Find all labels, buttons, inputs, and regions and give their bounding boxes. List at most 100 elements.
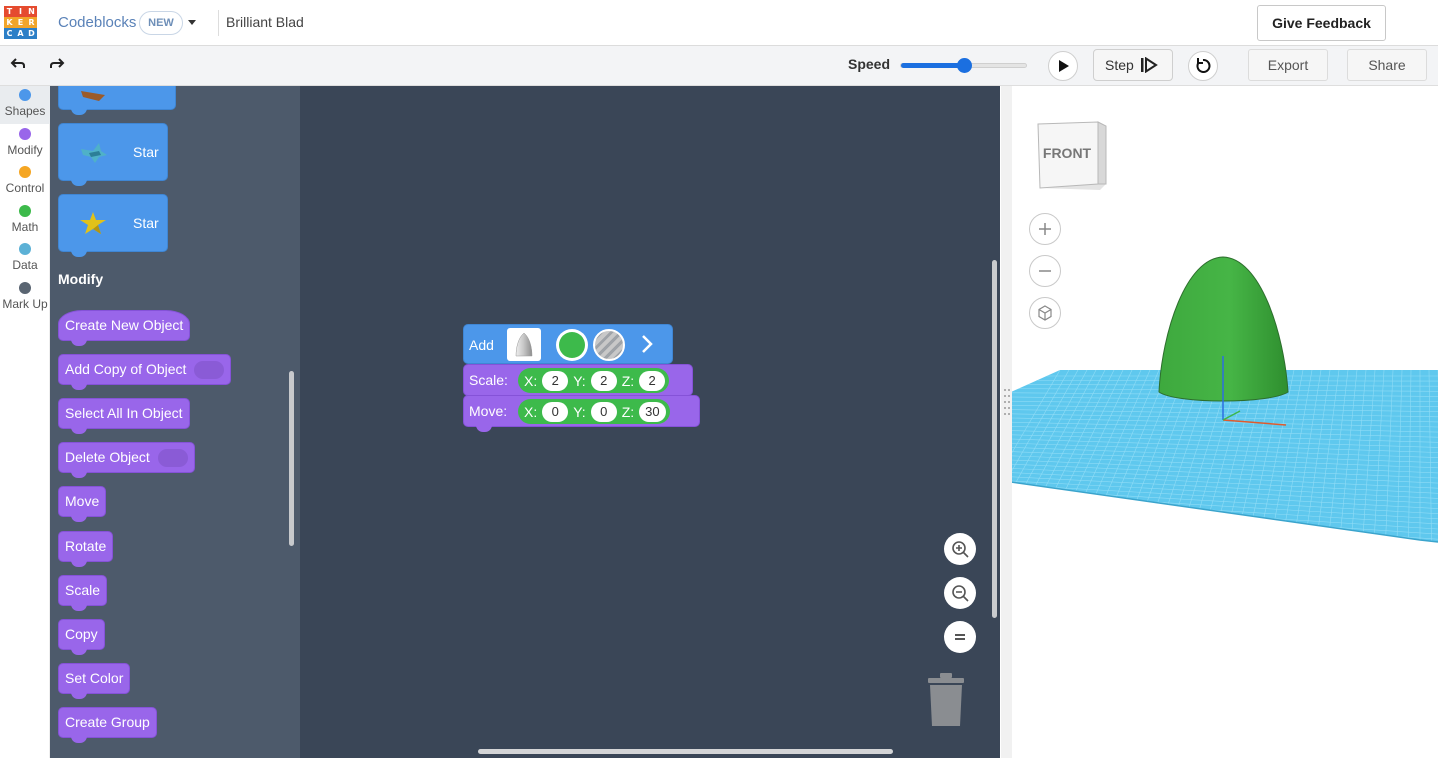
scale-x-input[interactable]: 2 [542,370,569,391]
move-y-input[interactable]: 0 [590,401,617,422]
scale-vector: X: 2 Y: 2 Z: 2 [518,368,670,393]
category-data[interactable]: Data [0,240,50,278]
category-color-dot [19,281,31,294]
give-feedback-button[interactable]: Give Feedback [1257,5,1386,41]
grid-line [1011,531,1438,542]
zoom-reset-button[interactable] [944,621,976,653]
zoom-in-button[interactable] [944,533,976,565]
move-x-input[interactable]: 0 [542,401,569,422]
block-flyout: Star Star Modify Create New Object Add Co… [50,86,300,758]
modify-block-scale[interactable]: Scale [58,575,108,611]
category-color-dot [19,89,31,101]
color-swatch[interactable] [556,329,588,361]
yellow-star-icon [80,212,106,234]
flyout-scrollbar[interactable] [289,371,294,546]
modify-block-create-new-object[interactable]: Create New Object [58,310,191,346]
category-shapes[interactable]: Shapes [0,86,50,124]
project-title[interactable]: Brilliant Blad [226,14,304,30]
star-block-yellow[interactable]: Star [58,194,168,257]
zoom-out-button[interactable] [944,577,976,609]
trash-icon[interactable] [924,672,968,728]
panel-splitter[interactable] [1001,86,1012,758]
chevron-right-icon[interactable] [636,332,658,356]
hole-toggle[interactable] [593,329,625,361]
block-notch [71,108,87,115]
paraboloid-thumbnail[interactable] [507,328,541,361]
3d-viewport[interactable]: FRONT [1000,86,1438,758]
modify-block-set-color[interactable]: Set Color [58,663,131,699]
modify-block-label: Select All In Object [65,405,183,421]
undo-arrow-icon[interactable] [6,54,30,78]
speed-slider[interactable] [900,58,1027,73]
category-label: Shapes [4,104,46,118]
viewport-home-button[interactable] [1029,297,1061,329]
scale-y-input[interactable]: 2 [590,370,617,391]
modify-block-create-group[interactable]: Create Group [58,707,157,743]
category-color-dot [19,166,31,178]
z-axis-label: Z: [621,372,635,389]
block-notch [71,692,87,699]
modify-block-copy[interactable]: Copy [58,619,105,655]
y-axis-label: Y: [573,403,586,420]
category-modify[interactable]: Modify [0,125,50,163]
block-notch [71,250,87,257]
scale-label: Scale: [469,372,508,388]
app-name[interactable]: Codeblocks [58,14,136,31]
share-button[interactable]: Share [1347,49,1427,81]
block-notch [71,648,87,655]
play-button[interactable] [1048,51,1078,81]
view-cube[interactable]: FRONT [1036,120,1108,192]
toolbar: Speed Step Export Share [0,46,1438,86]
move-block[interactable]: Move: X: 0 Y: 0 Z: 30 [463,395,700,432]
speed-slider-thumb[interactable] [956,58,972,73]
tinkercad-logo[interactable]: TINKERCAD [4,6,37,39]
new-badge: NEW [139,11,183,35]
modify-block-delete-object[interactable]: Delete Object [58,442,195,478]
drag-handle-icon [1004,389,1010,415]
modify-block-rotate[interactable]: Rotate [58,531,114,567]
logo-letter: R [26,17,37,28]
modify-block-move[interactable]: Move [58,486,107,522]
modify-block-label: Copy [65,626,98,642]
add-label: Add [469,337,494,353]
chevron-down-icon[interactable] [188,20,196,25]
modify-block-add-copy-of-object[interactable]: Add Copy of Object [58,354,232,390]
category-control[interactable]: Control [0,163,50,201]
category-color-dot [19,127,31,140]
divider [218,10,219,36]
move-z-input[interactable]: 30 [639,401,666,422]
block-notch [71,560,87,567]
logo-letter: D [26,28,37,39]
code-workspace[interactable]: Add Scale: X: 2 Y: 2 Z: 2 Move: X: 0 Y: … [300,86,1000,758]
viewport-zoom-out-button[interactable] [1029,255,1061,287]
star-block-label: Star [133,144,159,160]
input-slot[interactable] [194,361,225,380]
grid-line [1011,539,1438,542]
block-notch [71,604,87,611]
equals-icon [955,634,965,640]
block-notch [71,515,87,522]
scale-block[interactable]: Scale: X: 2 Y: 2 Z: 2 [463,364,693,396]
modify-block-label: Create New Object [65,317,184,333]
input-slot[interactable] [157,449,188,468]
step-button[interactable]: Step [1093,49,1173,81]
workspace-vertical-scrollbar[interactable] [992,260,997,618]
block-notch [476,425,492,432]
modify-block-select-all-in-object[interactable]: Select All In Object [58,398,190,434]
category-math[interactable]: Math [0,202,50,240]
export-button[interactable]: Export [1248,49,1328,81]
add-shape-block[interactable]: Add [463,324,673,364]
block-notch [71,736,87,743]
redo-arrow-icon[interactable] [45,54,69,78]
step-icon [1140,57,1158,73]
star-block-teal[interactable]: Star [58,123,168,186]
reset-icon [1196,58,1211,73]
scale-z-input[interactable]: 2 [639,370,666,391]
shape-block-partial[interactable] [58,86,176,115]
viewport-zoom-in-button[interactable] [1029,213,1061,245]
reset-button[interactable] [1188,51,1218,81]
category-mark-up[interactable]: Mark Up [0,279,50,317]
workspace-horizontal-scrollbar[interactable] [478,749,893,754]
zoom-out-icon [952,585,969,602]
top-header: TINKERCAD Codeblocks NEW Brilliant Blad … [0,0,1438,46]
